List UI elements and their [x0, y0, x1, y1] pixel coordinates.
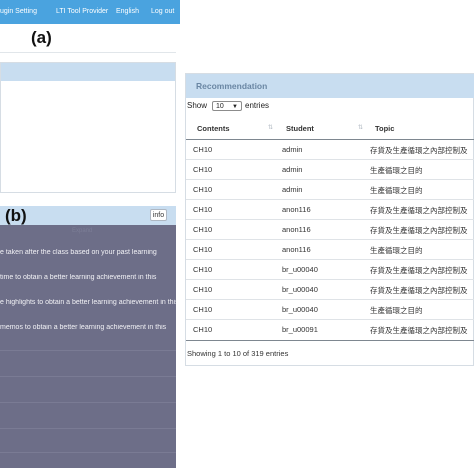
cell-student: br_u00040	[282, 285, 318, 294]
cell-topic: 存貨及生產循環之內部控制及	[370, 326, 468, 335]
cell-contents: CH10	[193, 325, 213, 334]
cell-contents: CH10	[193, 285, 213, 294]
panel-a	[0, 62, 176, 193]
chevron-down-icon: ▼	[232, 104, 238, 110]
cell-topic: 生產循環之目的	[370, 186, 423, 195]
cell-contents: CH10	[193, 245, 213, 254]
label-a: (a)	[31, 28, 52, 47]
cell-student: anon116	[282, 205, 311, 214]
label-b: (b)	[5, 206, 27, 225]
column-header-topic[interactable]: Topic	[375, 124, 394, 133]
cell-topic: 生產循環之目的	[370, 246, 423, 255]
nav-log-out[interactable]: Log out	[151, 0, 174, 24]
cell-contents: CH10	[193, 165, 213, 174]
cell-contents: CH10	[193, 185, 213, 194]
nav-lti-tool-provider[interactable]: LTI Tool Provider	[56, 0, 108, 24]
cell-student: anon116	[282, 225, 311, 234]
entries-label: entries	[245, 101, 270, 110]
cell-contents: CH10	[193, 305, 213, 314]
panel-a-header	[1, 63, 175, 81]
cell-topic: 生產循環之目的	[370, 166, 423, 175]
table-row: CH10 admin 生產循環之目的	[186, 180, 474, 200]
cell-topic: 生產循環之目的	[370, 306, 423, 315]
cell-topic: 存貨及生產循環之內部控制及	[370, 286, 468, 295]
cell-student: br_u00040	[282, 265, 318, 274]
cell-contents: CH10	[193, 145, 213, 154]
panel-b-line-3: e highlights to obtain a better learning…	[0, 299, 176, 306]
cell-student: admin	[282, 185, 303, 194]
panel-b-line-4: memos to obtain a better learning achiev…	[0, 324, 167, 331]
cell-topic: 存貨及生產循環之內部控制及	[370, 206, 468, 215]
panel-b: info Expand e taken after the class base…	[0, 206, 176, 468]
table-row: CH10 anon116 生產循環之目的	[186, 240, 474, 260]
cell-contents: CH10	[193, 225, 213, 234]
panel-b-gridline	[0, 376, 176, 377]
table-bottom-divider	[186, 340, 474, 341]
cell-contents: CH10	[193, 265, 213, 274]
cell-student: anon116	[282, 245, 311, 254]
recommendation-header: Recommendation	[186, 74, 474, 98]
top-nav-bar: ugin Setting LTI Tool Provider English L…	[0, 0, 180, 24]
divider	[0, 52, 176, 53]
table-row: CH10 anon116 存貨及生產循環之內部控制及	[186, 220, 474, 240]
cell-student: br_u00091	[282, 325, 318, 334]
table-row: CH10 br_u00040 生產循環之目的	[186, 300, 474, 320]
table-row: CH10 br_u00091 存貨及生產循環之內部控制及	[186, 320, 474, 340]
cell-student: admin	[282, 165, 303, 174]
panel-b-line-1: e taken after the class based on your pa…	[0, 249, 157, 256]
cell-topic: 存貨及生產循環之內部控制及	[370, 266, 468, 275]
column-header-contents[interactable]: Contents	[197, 124, 230, 133]
nav-english[interactable]: English	[116, 0, 139, 24]
cell-topic: 存貨及生產循環之內部控制及	[370, 226, 468, 235]
table-row: CH10 anon116 存貨及生產循環之內部控制及	[186, 200, 474, 220]
table-row: CH10 admin 存貨及生產循環之內部控制及	[186, 140, 474, 160]
cell-student: br_u00040	[282, 305, 318, 314]
panel-b-gridline	[0, 428, 176, 429]
sort-icon[interactable]: ⇅	[358, 124, 363, 131]
cell-contents: CH10	[193, 205, 213, 214]
cell-topic: 存貨及生產循環之內部控制及	[370, 146, 468, 155]
cell-student: admin	[282, 145, 303, 154]
show-label: Show	[187, 101, 208, 110]
panel-b-faint-header: Expand	[72, 228, 93, 234]
panel-b-gridline	[0, 452, 176, 453]
nav-plugin-setting[interactable]: ugin Setting	[0, 0, 37, 24]
info-button[interactable]: info	[150, 209, 167, 221]
table-row: CH10 br_u00040 存貨及生產循環之內部控制及	[186, 280, 474, 300]
sort-icon[interactable]: ⇅	[268, 124, 273, 131]
recommendation-title: Recommendation	[196, 81, 268, 91]
panel-b-line-2: time to obtain a better learning achieve…	[0, 274, 157, 281]
panel-b-gridline	[0, 350, 176, 351]
panel-b-gridline	[0, 402, 176, 403]
table-row: CH10 admin 生產循環之目的	[186, 160, 474, 180]
column-header-student[interactable]: Student	[286, 124, 314, 133]
page-size-select[interactable]: 10 ▼	[212, 101, 242, 111]
table-row: CH10 br_u00040 存貨及生產循環之內部控制及	[186, 260, 474, 280]
table-footer-info: Showing 1 to 10 of 319 entries	[187, 349, 289, 358]
page-size-value: 10	[216, 103, 224, 110]
